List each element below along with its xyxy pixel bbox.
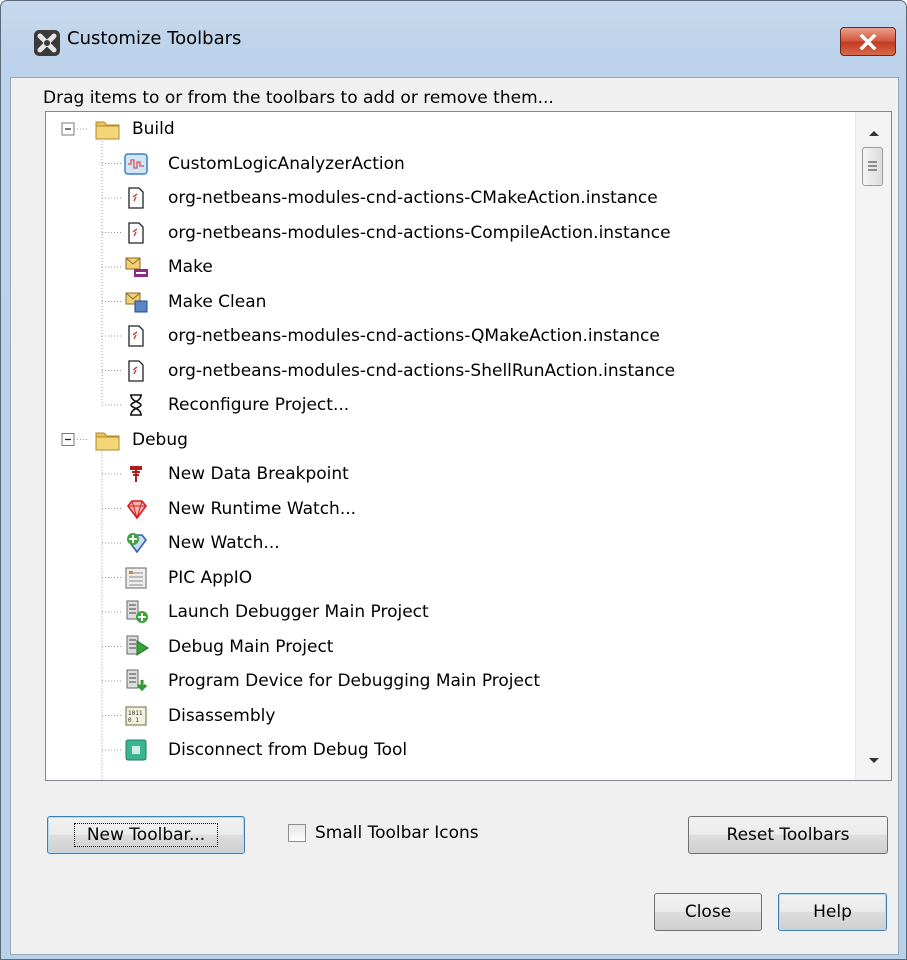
- tree-item[interactable]: Disconnect from Debug Tool: [124, 733, 407, 767]
- tree-node-label: org-netbeans-modules-cnd-actions-ShellRu…: [168, 360, 676, 381]
- scroll-up-arrow-icon[interactable]: [868, 129, 880, 137]
- scrollbar-thumb[interactable]: [862, 147, 883, 186]
- document-icon: [124, 221, 154, 245]
- tree-node-label: New Watch...: [168, 533, 280, 553]
- hourglass-icon: [124, 393, 154, 417]
- tree-node-label: Program Device for Debugging Main Projec…: [168, 671, 540, 691]
- tree-item[interactable]: org-netbeans-modules-cnd-actions-ShellRu…: [124, 354, 675, 388]
- grip-icon: [868, 161, 877, 171]
- tree-category-build[interactable]: Build: [94, 112, 175, 146]
- document-icon: [124, 186, 154, 210]
- tree-node-label: New Data Breakpoint: [168, 464, 349, 484]
- help-label: Help: [813, 902, 852, 922]
- tree-node-label: Launch Debugger Main Project: [168, 602, 429, 622]
- scroll-down-arrow-icon[interactable]: [868, 757, 880, 765]
- svg-text:0 1: 0 1: [128, 717, 139, 724]
- tree-item[interactable]: Make Clean: [124, 285, 266, 319]
- tree-item[interactable]: Make: [124, 250, 213, 284]
- tree-node-label: Disconnect from Debug Tool: [168, 740, 408, 760]
- tree-item[interactable]: Program Device for Debugging Main Projec…: [124, 664, 540, 698]
- reset-toolbars-button[interactable]: Reset Toolbars: [688, 816, 888, 854]
- launch-debugger-icon: [124, 599, 154, 625]
- disconnect-icon: [124, 738, 154, 762]
- tree-node-label: New Runtime Watch...: [168, 498, 357, 519]
- tree-node-label: org-netbeans-modules-cnd-actions-QMakeAc…: [168, 326, 660, 346]
- help-button[interactable]: Help: [778, 893, 887, 931]
- new-toolbar-button[interactable]: New Toolbar...: [47, 816, 245, 854]
- tree-node-label: org-netbeans-modules-cnd-actions-CMakeAc…: [168, 188, 658, 208]
- svg-text:1011: 1011: [128, 710, 143, 717]
- close-label: Close: [684, 902, 732, 922]
- dialog-body: Drag items to or from the toolbars to ad…: [10, 77, 899, 955]
- tree-item[interactable]: org-netbeans-modules-cnd-actions-Compile…: [124, 216, 671, 250]
- tree-category-debug[interactable]: Debug: [94, 423, 188, 457]
- watch-icon: [124, 531, 154, 555]
- analyzer-icon: [124, 152, 154, 176]
- runtime-watch-icon: [124, 497, 154, 521]
- vertical-scrollbar[interactable]: [855, 112, 891, 780]
- appio-icon: [124, 566, 154, 590]
- netbeans-app-icon: [34, 30, 60, 56]
- new-toolbar-label: New Toolbar...: [73, 823, 219, 847]
- tree-node-label: PIC AppIO: [168, 567, 253, 588]
- tree-node-label: Reconfigure Project...: [168, 395, 350, 415]
- window-close-button[interactable]: [840, 27, 896, 56]
- tree-node-label: Build: [132, 119, 175, 139]
- tree-item[interactable]: 1011 0 1 Disassembly: [124, 699, 275, 733]
- folder-icon: [94, 428, 124, 452]
- tree-item[interactable]: CustomLogicAnalyzerAction: [124, 147, 405, 181]
- disassembly-icon: 1011 0 1: [124, 704, 154, 728]
- tree-node-label: Debug Main Project: [168, 636, 334, 657]
- small-toolbar-icons-label: Small Toolbar Icons: [315, 823, 479, 843]
- toolbar-actions-tree[interactable]: Build CustomLogicAnalyzerAction org-netbea…: [45, 111, 892, 781]
- tree-item[interactable]: org-netbeans-modules-cnd-actions-QMakeAc…: [124, 319, 660, 353]
- title-bar[interactable]: Customize Toolbars: [1, 1, 906, 85]
- close-button[interactable]: Close: [654, 893, 762, 931]
- tree-item[interactable]: PIC AppIO: [124, 561, 252, 595]
- tree-node-label: org-netbeans-modules-cnd-actions-Compile…: [168, 222, 671, 243]
- data-breakpoint-icon: [124, 462, 154, 486]
- tree-node-label: Make Clean: [168, 291, 267, 312]
- tree-item[interactable]: Debug Main Project: [124, 630, 333, 664]
- make-clean-icon: [124, 290, 154, 314]
- folder-icon: [94, 117, 124, 141]
- tree-item[interactable]: Launch Debugger Main Project: [124, 595, 429, 629]
- reset-toolbars-label: Reset Toolbars: [726, 825, 850, 845]
- small-toolbar-icons-checkbox[interactable]: [288, 824, 306, 842]
- tree-node-label: Make: [168, 257, 213, 277]
- small-toolbar-icons-option[interactable]: Small Toolbar Icons: [288, 821, 479, 845]
- tree-node-label: Debug: [132, 429, 188, 450]
- tree-item[interactable]: New Runtime Watch...: [124, 492, 356, 526]
- make-icon: [124, 255, 154, 279]
- debug-project-icon: [124, 634, 154, 660]
- instructions-text: Drag items to or from the toolbars to ad…: [43, 88, 554, 108]
- tree-item[interactable]: org-netbeans-modules-cnd-actions-CMakeAc…: [124, 181, 658, 215]
- document-icon: [124, 359, 154, 383]
- close-icon: [859, 33, 877, 50]
- program-device-icon: [124, 668, 154, 694]
- document-icon: [124, 324, 154, 348]
- tree-item[interactable]: Reconfigure Project...: [124, 388, 349, 422]
- customize-toolbars-dialog: Customize Toolbars Drag items to or from…: [0, 0, 907, 960]
- window-title: Customize Toolbars: [67, 28, 242, 49]
- tree-item[interactable]: New Data Breakpoint: [124, 457, 349, 491]
- tree-item[interactable]: New Watch...: [124, 526, 280, 560]
- tree-node-label: CustomLogicAnalyzerAction: [168, 153, 405, 174]
- tree-node-label: Disassembly: [168, 705, 276, 726]
